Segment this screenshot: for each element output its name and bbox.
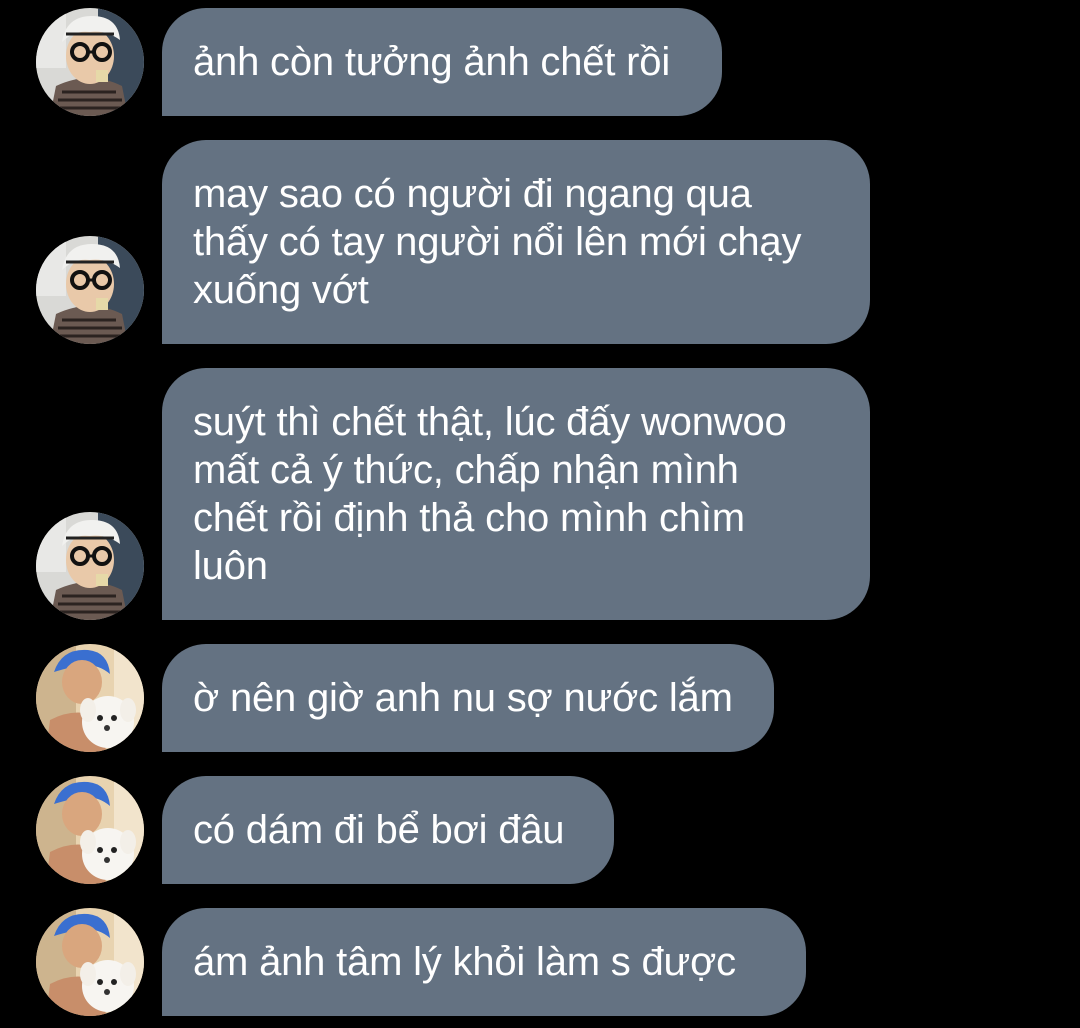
avatar[interactable] bbox=[36, 644, 144, 752]
message-bubble[interactable]: ảnh còn tưởng ảnh chết rồi bbox=[162, 8, 722, 116]
message-bubble[interactable]: may sao có người đi ngang qua thấy có ta… bbox=[162, 140, 870, 344]
message-bubble[interactable]: suýt thì chết thật, lúc đấy wonwoo mất c… bbox=[162, 368, 870, 620]
avatar[interactable] bbox=[36, 908, 144, 1016]
avatar-blue-hair-with-puppy-icon bbox=[36, 908, 144, 1016]
message-bubble[interactable]: có dám đi bể bơi đâu bbox=[162, 776, 614, 884]
chat-thread: ảnh còn tưởng ảnh chết rồi may sao có ng… bbox=[0, 0, 1080, 1028]
avatar[interactable] bbox=[36, 512, 144, 620]
avatar-glasses-person-icon bbox=[36, 512, 144, 620]
avatar[interactable] bbox=[36, 776, 144, 884]
avatar-blue-hair-with-puppy-icon bbox=[36, 644, 144, 752]
avatar[interactable] bbox=[36, 8, 144, 116]
avatar[interactable] bbox=[36, 236, 144, 344]
message-bubble[interactable]: ám ảnh tâm lý khỏi làm s được bbox=[162, 908, 806, 1016]
avatar-glasses-person-icon bbox=[36, 236, 144, 344]
message-bubble[interactable]: ờ nên giờ anh nu sợ nước lắm bbox=[162, 644, 774, 752]
avatar-glasses-person-icon bbox=[36, 8, 144, 116]
avatar-blue-hair-with-puppy-icon bbox=[36, 776, 144, 884]
